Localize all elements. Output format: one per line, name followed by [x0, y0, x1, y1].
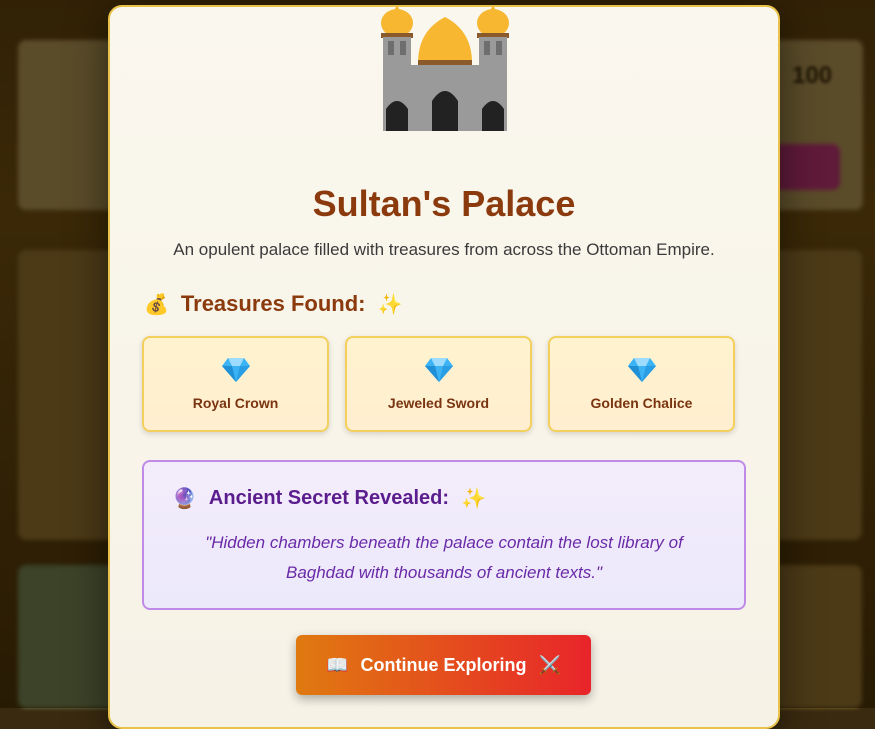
sparkles-icon: ✨ [377, 293, 403, 316]
continue-exploring-label: Continue Exploring [360, 654, 527, 675]
book-icon: 📖 [326, 654, 349, 675]
sparkles-icon: ✨ [461, 488, 486, 510]
location-description: An opulent palace filled with treasures … [173, 240, 715, 259]
treasures-heading-label: Treasures Found: [180, 291, 366, 316]
treasure-card: Golden Chalice [548, 336, 735, 432]
treasure-label: Golden Chalice [590, 395, 693, 411]
treasure-card: Jeweled Sword [345, 336, 532, 432]
palace-icon [381, 5, 509, 131]
crystal-ball-icon: 🔮 [172, 488, 197, 510]
location-title: Sultan's Palace [312, 183, 576, 224]
money-bag-icon: 💰 [144, 293, 169, 316]
treasure-list: Royal Crown Jeweled Sword Golden Chalice [142, 336, 735, 432]
gem-icon [424, 358, 453, 382]
treasure-label: Royal Crown [192, 395, 279, 411]
secret-heading: 🔮 Ancient Secret Revealed: ✨ [172, 486, 486, 511]
gem-icon [221, 358, 250, 382]
treasures-heading: 💰 Treasures Found: ✨ [144, 291, 402, 317]
secret-panel: 🔮 Ancient Secret Revealed: ✨ "Hidden cha… [142, 460, 746, 610]
secret-heading-label: Ancient Secret Revealed: [208, 487, 450, 509]
gem-icon [627, 358, 656, 382]
treasure-card: Royal Crown [142, 336, 329, 432]
treasure-label: Jeweled Sword [387, 395, 490, 411]
secret-text: "Hidden chambers beneath the palace cont… [205, 533, 683, 582]
swords-icon: ⚔️ [538, 654, 561, 675]
location-modal: Sultan's Palace An opulent palace filled… [108, 5, 780, 729]
continue-exploring-button[interactable]: 📖 Continue Exploring ⚔️ [296, 635, 591, 695]
